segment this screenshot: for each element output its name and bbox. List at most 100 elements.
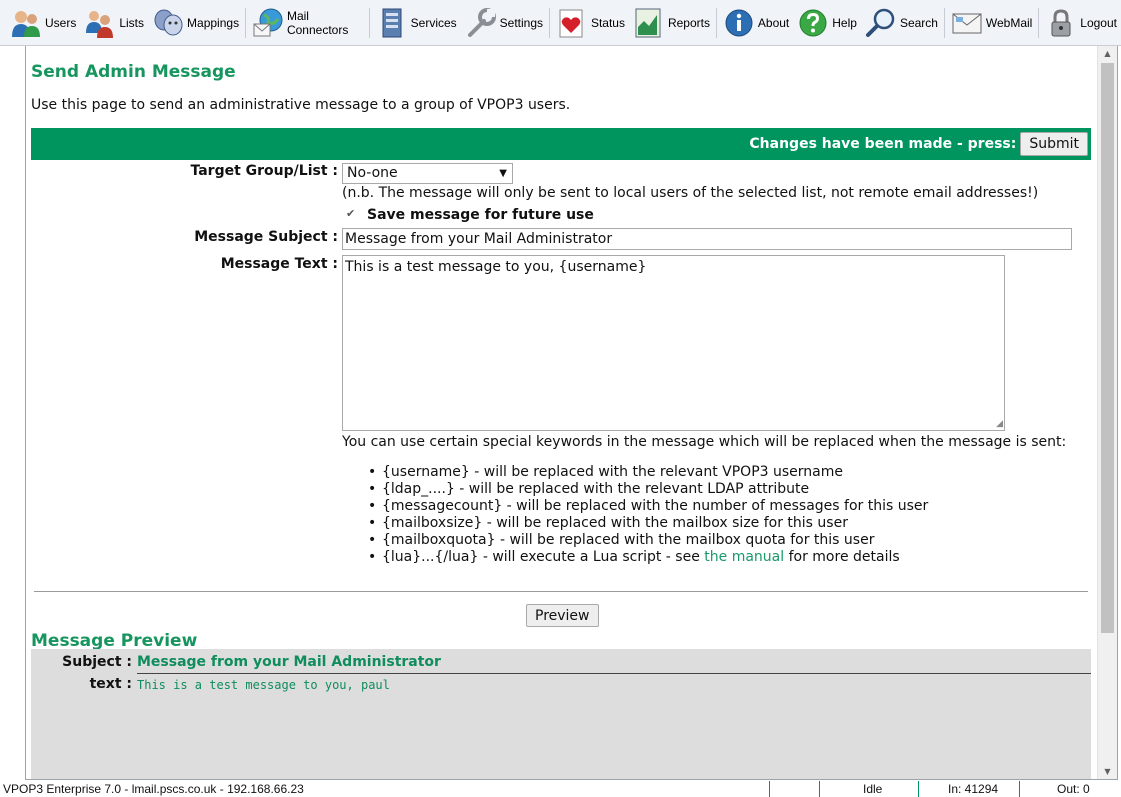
toolbar-logout-button[interactable]: Logout: [1041, 3, 1121, 43]
toolbar-separator: [549, 7, 550, 38]
toolbar-separator: [245, 7, 246, 38]
toolbar-label: Settings: [499, 15, 544, 30]
services-icon: [382, 8, 402, 37]
preview-title: Message Preview: [31, 631, 198, 651]
status-separator: [819, 781, 820, 797]
toolbar-users-button[interactable]: Users: [6, 3, 80, 43]
preview-text-label: text :: [89, 676, 132, 692]
target-group-value: No-one: [347, 165, 398, 181]
status-bar: VPOP3 Enterprise 7.0 - lmail.pscs.co.uk …: [0, 780, 1121, 797]
status-separator: [1019, 781, 1020, 797]
toolbar-label: Users: [45, 15, 77, 30]
message-text-area[interactable]: This is a test message to you, {username…: [342, 255, 1005, 431]
keyword-item: {username} - will be replaced with the r…: [368, 464, 928, 481]
message-subject-label: Message Subject :: [194, 229, 338, 245]
toolbar-label: Help: [832, 15, 857, 30]
manual-link[interactable]: the manual: [704, 549, 784, 565]
save-message-checkbox[interactable]: ✔: [346, 208, 358, 220]
resize-grip-icon[interactable]: ◢: [996, 419, 1003, 429]
toolbar-separator: [1038, 7, 1040, 38]
toolbar-mail-connectors-button[interactable]: Mail Connectors: [248, 3, 367, 43]
submit-button[interactable]: Submit: [1020, 132, 1088, 156]
toolbar-label: Logout: [1080, 15, 1117, 30]
keyword-item: {messagecount} - will be replaced with t…: [368, 498, 928, 515]
status-app-info: VPOP3 Enterprise 7.0 - lmail.pscs.co.uk …: [3, 782, 304, 796]
changes-bar: Changes have been made - press: Submit: [31, 128, 1091, 160]
scroll-up-icon[interactable]: ▲: [1098, 46, 1117, 62]
logout-icon: [1051, 8, 1071, 36]
toolbar-help-button[interactable]: Help: [793, 3, 861, 43]
toolbar-separator: [716, 7, 717, 38]
help-icon: [799, 9, 827, 36]
toolbar-label: Services: [410, 15, 457, 30]
toolbar-about-button[interactable]: About: [719, 3, 793, 43]
toolbar-webmail-button[interactable]: WebMail: [947, 3, 1036, 43]
lua-keyword-text: {lua}...{/lua} - will execute a Lua scri…: [382, 549, 705, 565]
toolbar-services-button[interactable]: Services: [372, 3, 461, 43]
target-group-note: (n.b. The message will only be sent to l…: [342, 185, 1039, 201]
preview-button[interactable]: Preview: [526, 604, 599, 627]
search-icon: [865, 8, 895, 37]
keywords-intro: You can use certain special keywords in …: [342, 434, 1067, 450]
vertical-scrollbar[interactable]: ▲ ▼: [1097, 46, 1117, 779]
toolbar-label: WebMail: [985, 15, 1033, 30]
app-window: Users Lists Mappings Mail Connectors Ser…: [0, 0, 1121, 797]
toolbar-lists-button[interactable]: Lists: [80, 3, 148, 43]
dropdown-arrow-icon: ▼: [499, 168, 507, 179]
users-icon: [12, 10, 40, 37]
page-content: Send Admin Message Use this page to send…: [26, 46, 1096, 779]
keyword-item: {mailboxquota} - will be replaced with t…: [368, 532, 928, 549]
content-frame: Send Admin Message Use this page to send…: [25, 46, 1118, 780]
keywords-list: {username} - will be replaced with the r…: [368, 464, 928, 566]
keyword-item: {mailboxsize} - will be replaced with th…: [368, 515, 928, 532]
main-toolbar: Users Lists Mappings Mail Connectors Ser…: [0, 0, 1121, 46]
message-subject-input[interactable]: Message from your Mail Administrator: [342, 228, 1072, 250]
status-icon: [559, 9, 583, 37]
reports-icon: [635, 8, 661, 37]
toolbar-separator: [943, 7, 945, 38]
toolbar-label: Mappings: [187, 15, 240, 30]
preview-panel: Subject : Message from your Mail Adminis…: [31, 649, 1091, 779]
toolbar-label: Search: [899, 15, 938, 30]
toolbar-label: About: [757, 15, 790, 30]
target-group-label: Target Group/List :: [190, 163, 338, 179]
scroll-down-icon[interactable]: ▼: [1098, 764, 1117, 779]
save-message-label: Save message for future use: [367, 207, 594, 223]
keyword-item: {ldap_....} - will be replaced with the …: [368, 481, 928, 498]
mail-connectors-icon: [253, 8, 283, 36]
message-text-label: Message Text :: [220, 256, 338, 272]
page-intro: Use this page to send an administrative …: [31, 97, 571, 113]
scrollbar-thumb[interactable]: [1101, 63, 1114, 633]
preview-divider: [137, 673, 1091, 674]
preview-subject-value: Message from your Mail Administrator: [137, 654, 441, 670]
status-separator: [769, 781, 770, 797]
status-out-count: Out: 0: [1057, 782, 1090, 796]
status-separator: [918, 781, 919, 797]
keyword-item-lua: {lua}...{/lua} - will execute a Lua scri…: [368, 549, 928, 566]
toolbar-label: Mail Connectors: [286, 8, 349, 37]
lua-keyword-suffix: for more details: [784, 549, 900, 565]
toolbar-label: Reports: [667, 15, 710, 30]
toolbar-label: Lists: [119, 15, 145, 30]
toolbar-label: Status: [590, 15, 625, 30]
toolbar-search-button[interactable]: Search: [861, 3, 942, 43]
section-divider: [34, 591, 1088, 592]
target-group-select[interactable]: No-one ▼: [342, 163, 513, 184]
message-text-value: This is a test message to you, {username…: [345, 259, 647, 275]
preview-subject-label: Subject :: [62, 654, 132, 670]
about-icon: [725, 9, 753, 36]
status-state: Idle: [863, 782, 883, 796]
toolbar-settings-button[interactable]: Settings: [461, 3, 547, 43]
toolbar-mappings-button[interactable]: Mappings: [148, 3, 243, 43]
settings-icon: [467, 7, 496, 37]
toolbar-reports-button[interactable]: Reports: [629, 3, 714, 43]
mappings-icon: [154, 9, 183, 35]
preview-text-value: This is a test message to you, paul: [137, 678, 390, 692]
page-title: Send Admin Message: [31, 62, 236, 82]
toolbar-status-button[interactable]: Status: [552, 3, 629, 43]
toolbar-separator: [368, 7, 370, 38]
lists-icon: [86, 10, 114, 38]
status-in-count: In: 41294: [948, 782, 999, 796]
changes-notice: Changes have been made - press:: [749, 136, 1017, 152]
webmail-icon: [952, 13, 982, 33]
